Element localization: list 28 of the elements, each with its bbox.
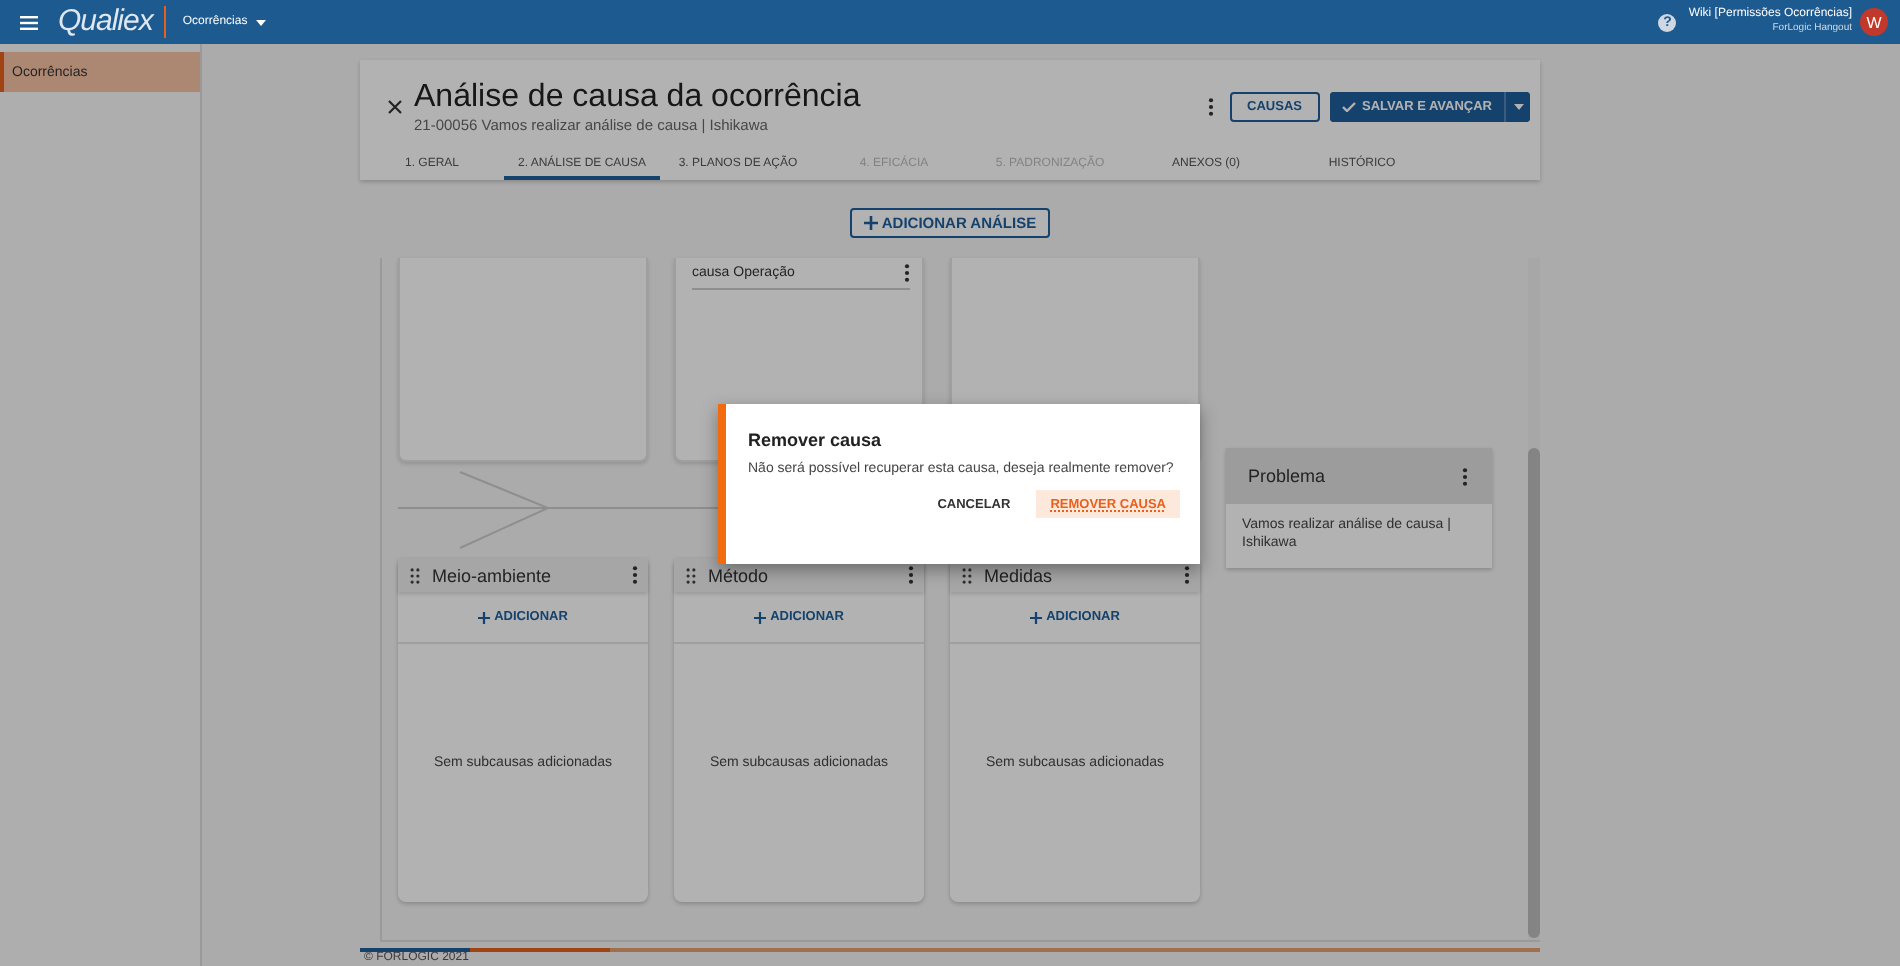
problem-title: Problema [1248, 466, 1326, 486]
drag-handle-icon[interactable] [686, 567, 696, 583]
more-vert-icon[interactable] [908, 566, 914, 584]
caret-icon [255, 19, 266, 25]
page-title: Análise de causa da ocorrência [414, 79, 861, 115]
more-vert-icon[interactable] [1207, 97, 1214, 115]
dialog-title: Remover causa [748, 430, 884, 450]
category-title: Medidas [984, 565, 1055, 585]
drag-handle-icon[interactable] [410, 567, 420, 583]
caret-icon [1513, 103, 1523, 109]
close-icon[interactable] [388, 99, 402, 113]
more-vert-icon[interactable] [1462, 467, 1468, 485]
more-vert-icon[interactable] [904, 264, 910, 282]
plus-icon [754, 611, 767, 623]
more-vert-icon[interactable] [632, 566, 638, 584]
dropdown-toggle[interactable] [1504, 91, 1530, 121]
category-title: Meio-ambiente [432, 565, 554, 585]
plus-icon [1030, 611, 1043, 623]
scrollbar[interactable] [1528, 258, 1540, 940]
plus-icon [863, 216, 878, 230]
menu-icon[interactable] [20, 15, 38, 29]
more-vert-icon[interactable] [1184, 566, 1190, 584]
plus-icon [478, 611, 491, 623]
drag-handle-icon[interactable] [962, 567, 972, 583]
check-icon [1342, 101, 1356, 111]
user-avatar[interactable]: W [1860, 8, 1888, 36]
category-title: Método [708, 565, 771, 585]
app-logo[interactable]: Qualiex [58, 6, 167, 38]
